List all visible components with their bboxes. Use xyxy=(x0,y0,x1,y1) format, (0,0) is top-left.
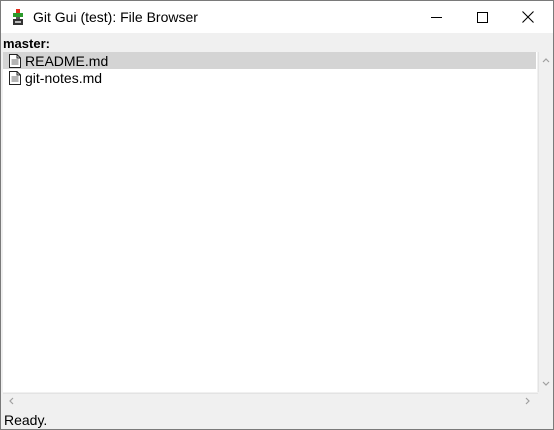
scroll-down-icon[interactable] xyxy=(541,379,551,389)
file-icon xyxy=(9,53,21,68)
minimize-button[interactable] xyxy=(413,1,459,33)
close-icon xyxy=(522,11,534,23)
close-button[interactable] xyxy=(505,1,551,33)
scroll-right-icon[interactable] xyxy=(523,396,533,406)
scroll-up-icon[interactable] xyxy=(541,55,551,65)
maximize-icon xyxy=(476,11,488,23)
status-text: Ready. xyxy=(4,412,48,428)
file-name: README.md xyxy=(25,52,109,69)
minimize-icon xyxy=(430,16,442,18)
branch-label: master: xyxy=(3,36,50,51)
horizontal-scrollbar[interactable] xyxy=(3,393,538,408)
git-gui-icon xyxy=(13,9,23,25)
file-row-readme[interactable]: README.md xyxy=(3,52,536,69)
vertical-scrollbar[interactable] xyxy=(538,52,553,392)
title-bar[interactable]: Git Gui (test): File Browser xyxy=(1,1,553,33)
file-row-git-notes[interactable]: git-notes.md xyxy=(3,69,536,86)
maximize-button[interactable] xyxy=(459,1,505,33)
file-name: git-notes.md xyxy=(25,69,103,86)
window-title: Git Gui (test): File Browser xyxy=(33,9,198,25)
file-browser-window: Git Gui (test): File Browser master: REA… xyxy=(0,0,554,430)
file-icon xyxy=(9,70,21,85)
file-list[interactable]: README.md git-notes.md xyxy=(3,52,537,392)
scroll-left-icon[interactable] xyxy=(6,396,16,406)
